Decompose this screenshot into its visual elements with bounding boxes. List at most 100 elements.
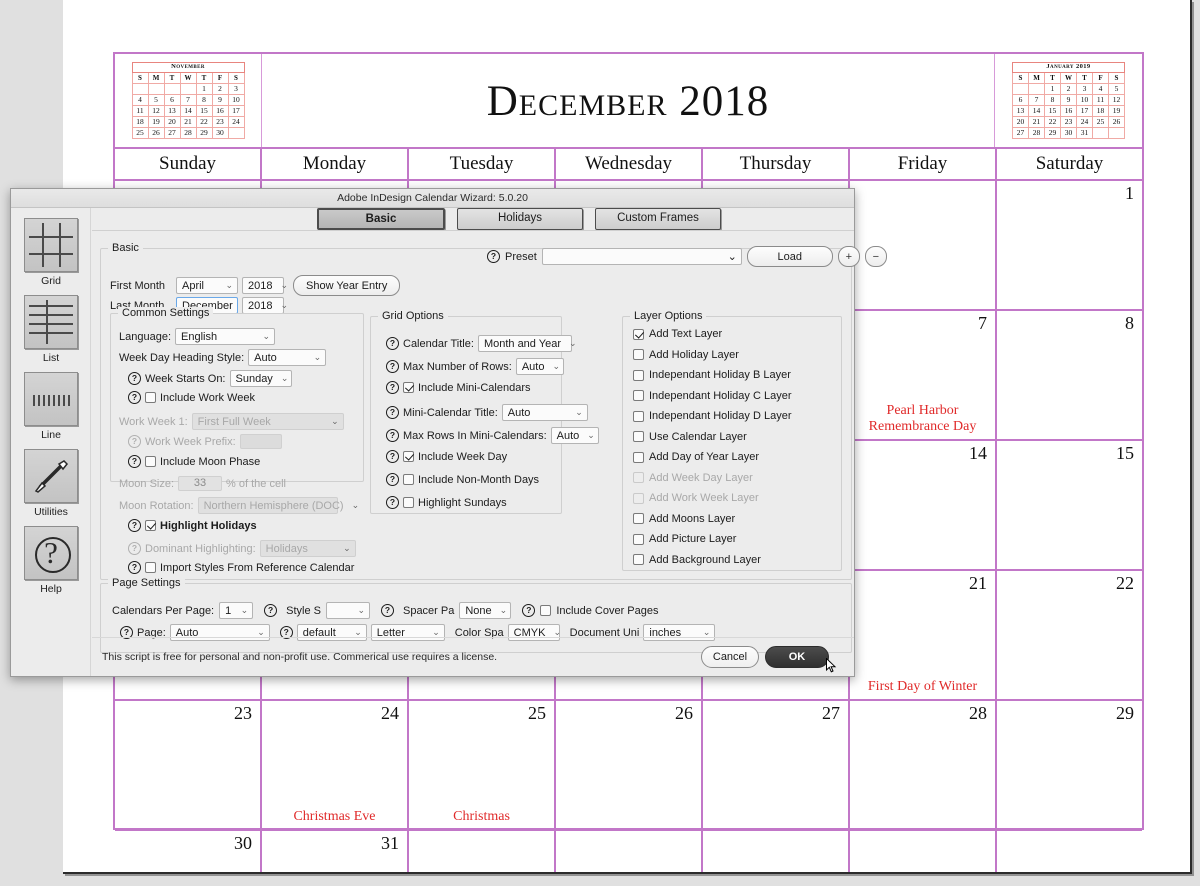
calendar-day-cell[interactable]: 1: [997, 181, 1142, 309]
layer-option-checkbox[interactable]: [633, 369, 644, 381]
spacer-pa-help-icon[interactable]: ?: [380, 604, 394, 617]
layer-option-checkbox[interactable]: [633, 410, 644, 422]
holiday-label: Christmas Eve: [293, 808, 376, 824]
dominant-highlighting-label: Dominant Highlighting:: [145, 542, 256, 555]
week-starts-help-icon[interactable]: ?: [128, 372, 141, 385]
calendar-day-cell[interactable]: 8: [997, 311, 1142, 439]
work-week-prefix-help-icon[interactable]: ?: [128, 435, 141, 448]
max-rows-mini-select[interactable]: Auto ⌄: [550, 427, 599, 444]
cancel-button[interactable]: Cancel: [701, 646, 759, 668]
layer-option-checkbox[interactable]: [633, 554, 644, 566]
calendar-title-select[interactable]: Month and Year ⌄: [477, 335, 577, 352]
preset-help-icon[interactable]: ?: [487, 250, 500, 263]
spacer-pa-select[interactable]: None ⌄: [459, 602, 512, 619]
include-non-month-help-icon[interactable]: ?: [386, 473, 399, 486]
sidebar-item-line[interactable]: Line: [11, 372, 91, 441]
calendar-day-cell[interactable]: [703, 831, 850, 872]
moon-size-input[interactable]: 33: [178, 476, 223, 491]
calendar-day-cell[interactable]: 26: [556, 701, 703, 829]
highlight-holidays-checkbox[interactable]: [145, 520, 156, 531]
language-select[interactable]: English ⌄: [175, 328, 275, 345]
highlight-sundays-checkbox[interactable]: [403, 497, 414, 508]
calendar-day-cell[interactable]: 27: [703, 701, 850, 829]
include-week-day-checkbox[interactable]: [403, 451, 414, 462]
style-s-select[interactable]: ⌄: [325, 602, 370, 619]
style-s-help-icon[interactable]: ?: [264, 604, 278, 617]
layer-option-label: Use Calendar Layer: [649, 430, 747, 443]
include-work-week-checkbox[interactable]: [145, 392, 156, 403]
layer-option-row: Use Calendar Layer: [633, 427, 791, 448]
layer-option-row: Independant Holiday D Layer: [633, 406, 791, 427]
sidebar-item-utilities[interactable]: Utilities: [11, 449, 91, 518]
first-year-select[interactable]: 2018 ⌄: [242, 277, 288, 294]
moon-size-row: Moon Size: 33 % of the cell: [119, 476, 286, 491]
calendar-day-cell[interactable]: [556, 831, 703, 872]
mini-title-select[interactable]: Auto ⌄: [501, 404, 588, 421]
include-week-day-help-icon[interactable]: ?: [386, 450, 399, 463]
layer-option-checkbox[interactable]: [633, 451, 644, 463]
layer-option-checkbox[interactable]: [633, 390, 644, 402]
calendar-day-cell[interactable]: 30: [115, 831, 262, 872]
include-moon-phase-checkbox[interactable]: [145, 456, 156, 467]
calendar-day-cell[interactable]: 23: [115, 701, 262, 829]
include-work-week-help-icon[interactable]: ?: [128, 391, 141, 404]
layer-option-checkbox[interactable]: [633, 513, 644, 525]
include-mini-checkbox[interactable]: [403, 382, 414, 393]
max-rows-mini-help-icon[interactable]: ?: [386, 429, 399, 442]
work-week-prefix-input[interactable]: [239, 434, 282, 449]
include-cover-help-icon[interactable]: ?: [522, 604, 536, 617]
highlight-sundays-help-icon[interactable]: ?: [386, 496, 399, 509]
import-styles-help-icon[interactable]: ?: [128, 561, 141, 574]
max-rows-help-icon[interactable]: ?: [386, 360, 399, 373]
tab-custom-frames[interactable]: Custom Frames: [595, 208, 721, 230]
layer-option-checkbox[interactable]: [633, 328, 644, 340]
preset-add-button[interactable]: +: [837, 246, 860, 267]
calendar-day-cell[interactable]: 15: [997, 441, 1142, 569]
calendar-day-cell[interactable]: [997, 831, 1142, 872]
calendar-day-cell[interactable]: 25 Christmas: [409, 701, 556, 829]
import-styles-checkbox[interactable]: [145, 562, 156, 573]
dominant-highlighting-select[interactable]: Holidays ⌄: [259, 540, 356, 557]
calendar-day-cell[interactable]: 7 Pearl Harbor Remembrance Day: [850, 311, 997, 439]
calendar-day-cell[interactable]: [850, 181, 997, 309]
include-non-month-checkbox[interactable]: [403, 474, 414, 485]
work-week-1-select[interactable]: First Full Week ⌄: [191, 413, 344, 430]
calendars-per-page-select[interactable]: 1 ⌄: [219, 602, 254, 619]
calendar-day-cell[interactable]: 31New Year's Eve: [262, 831, 409, 872]
show-year-entry-button[interactable]: Show Year Entry: [293, 275, 401, 296]
last-year-select[interactable]: 2018 ⌄: [242, 297, 288, 314]
dominant-highlighting-help-icon[interactable]: ?: [128, 542, 141, 555]
weekday-heading-select[interactable]: Auto ⌄: [248, 349, 327, 366]
highlight-holidays-help-icon[interactable]: ?: [128, 519, 141, 532]
preset-select[interactable]: ⌄: [541, 248, 742, 265]
ok-button[interactable]: OK: [765, 646, 829, 668]
weekday-header-tuesday: Tuesday: [409, 149, 556, 179]
calendar-day-cell[interactable]: 21 First Day of Winter: [850, 571, 997, 699]
calendar-day-cell[interactable]: 22: [997, 571, 1142, 699]
layer-option-checkbox[interactable]: [633, 533, 644, 545]
sidebar-item-grid[interactable]: Grid: [11, 218, 91, 287]
mini-title-help-icon[interactable]: ?: [386, 406, 399, 419]
calendar-day-cell[interactable]: 29: [997, 701, 1142, 829]
include-moon-phase-help-icon[interactable]: ?: [128, 455, 141, 468]
include-cover-checkbox[interactable]: [540, 605, 552, 616]
moon-rotation-select[interactable]: Northern Hemisphere (DOC) ⌄: [197, 497, 359, 514]
week-starts-select[interactable]: Sunday ⌄: [229, 370, 292, 387]
preset-remove-button[interactable]: −: [864, 246, 887, 267]
tab-holidays[interactable]: Holidays: [457, 208, 583, 230]
calendar-day-cell[interactable]: [850, 831, 997, 872]
calendar-day-cell[interactable]: 14: [850, 441, 997, 569]
sidebar-item-list[interactable]: List: [11, 295, 91, 364]
tab-basic[interactable]: Basic: [317, 208, 445, 230]
calendar-day-cell[interactable]: [409, 831, 556, 872]
calendar-day-cell[interactable]: 28: [850, 701, 997, 829]
calendar-day-cell[interactable]: 24 Christmas Eve: [262, 701, 409, 829]
include-mini-help-icon[interactable]: ?: [386, 381, 399, 394]
calendar-title-help-icon[interactable]: ?: [386, 337, 399, 350]
first-month-select[interactable]: April ⌄: [176, 277, 238, 294]
layer-option-checkbox[interactable]: [633, 349, 644, 361]
layer-option-checkbox[interactable]: [633, 431, 644, 443]
preset-load-button[interactable]: Load: [746, 246, 833, 267]
max-rows-select[interactable]: Auto ⌄: [515, 358, 564, 375]
sidebar-item-help[interactable]: ? Help: [11, 526, 91, 595]
